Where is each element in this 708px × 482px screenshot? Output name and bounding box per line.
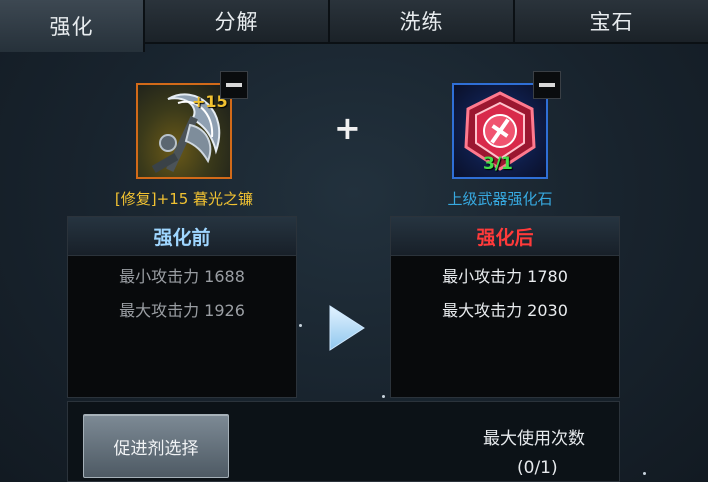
arrow-right-icon [329, 305, 365, 351]
material-name: 上级武器强化石 [447, 190, 553, 208]
before-title: 强化前 [68, 217, 296, 256]
enhance-window: 强化 分解 洗练 宝石 +15 [修复]+15 暮光之镰 + 3/1 上级武器强… [0, 0, 708, 482]
after-max-attack: 最大攻击力 2030 [442, 301, 568, 320]
equipment-name: [修复]+15 暮光之镰 [114, 190, 254, 208]
promoter-select-button[interactable]: 促进剂选择 [83, 414, 229, 478]
material-count: 3/1 [483, 154, 513, 174]
tab-refine[interactable]: 洗练 [330, 0, 515, 44]
remove-equipment-button[interactable] [220, 71, 248, 99]
tab-bar: 强化 分解 洗练 宝石 [0, 0, 708, 52]
before-min-attack: 最小攻击力 1688 [119, 267, 245, 286]
tab-enhance[interactable]: 强化 [0, 0, 145, 52]
tab-decompose[interactable]: 分解 [145, 0, 330, 44]
before-stats: 最小攻击力 1688 最大攻击力 1926 [68, 256, 296, 326]
sparkle-dot [299, 324, 302, 327]
after-min-attack: 最小攻击力 1780 [442, 267, 568, 286]
minus-icon [539, 83, 555, 87]
max-uses-label: 最大使用次数 [483, 429, 585, 449]
tab-gem[interactable]: 宝石 [515, 0, 708, 44]
after-title: 强化后 [391, 217, 619, 256]
sparkle-dot [382, 395, 385, 398]
before-max-attack: 最大攻击力 1926 [119, 301, 245, 320]
remove-material-button[interactable] [533, 71, 561, 99]
minus-icon [226, 83, 242, 87]
after-panel: 强化后 最小攻击力 1780 最大攻击力 2030 [390, 216, 620, 398]
after-stats: 最小攻击力 1780 最大攻击力 2030 [391, 256, 619, 326]
sparkle-dot [643, 472, 646, 475]
max-uses-value: (0/1) [517, 458, 558, 478]
plus-icon: + [334, 109, 361, 147]
before-panel: 强化前 最小攻击力 1688 最大攻击力 1926 [67, 216, 297, 398]
